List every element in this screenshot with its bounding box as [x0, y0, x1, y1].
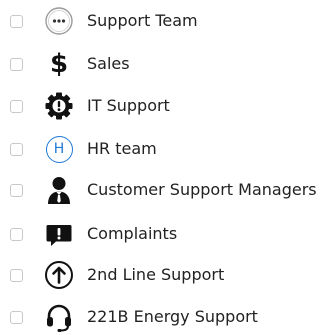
team-row-it-support[interactable]: IT Support — [0, 88, 320, 124]
team-label: 2nd Line Support — [87, 265, 225, 284]
team-checkbox[interactable] — [10, 227, 23, 241]
hr-letter-circle: H — [45, 135, 73, 163]
team-label: Support Team — [87, 11, 198, 30]
speech-bubble-exclamation-icon — [42, 217, 76, 251]
headset-icon — [42, 300, 76, 334]
letter-h-circle-icon: H — [42, 132, 76, 166]
hr-letter: H — [53, 141, 65, 157]
team-row-sales[interactable]: $ Sales — [0, 46, 320, 82]
arrow-up-circle-icon — [42, 258, 76, 292]
team-label: IT Support — [87, 96, 170, 115]
team-label: Complaints — [87, 224, 178, 243]
ellipsis-circle-icon — [42, 4, 76, 38]
team-checkbox[interactable] — [10, 268, 23, 282]
team-row-support-team[interactable]: Support Team — [0, 3, 320, 39]
gear-exclamation-icon — [42, 89, 76, 123]
team-row-complaints[interactable]: Complaints — [0, 216, 320, 252]
team-row-customer-support-managers[interactable]: Customer Support Managers — [0, 172, 320, 208]
team-row-hr-team[interactable]: H HR team — [0, 131, 320, 167]
manager-person-icon — [42, 173, 76, 207]
team-list: Support Team $ Sales IT Support H HR tea… — [0, 0, 320, 333]
dollar-glyph: $ — [49, 49, 69, 79]
team-row-2nd-line-support[interactable]: 2nd Line Support — [0, 257, 320, 293]
team-checkbox[interactable] — [10, 183, 23, 197]
team-label: 221B Energy Support — [87, 307, 258, 326]
team-checkbox[interactable] — [10, 142, 23, 156]
team-checkbox[interactable] — [10, 57, 23, 71]
team-row-221b-energy-support[interactable]: 221B Energy Support — [0, 299, 320, 335]
team-label: Sales — [87, 54, 130, 73]
dollar-icon: $ — [42, 47, 76, 81]
team-checkbox[interactable] — [10, 310, 23, 324]
team-label: HR team — [87, 139, 157, 158]
team-label: Customer Support Managers — [87, 180, 317, 199]
team-checkbox[interactable] — [10, 99, 23, 113]
team-checkbox[interactable] — [10, 14, 23, 28]
